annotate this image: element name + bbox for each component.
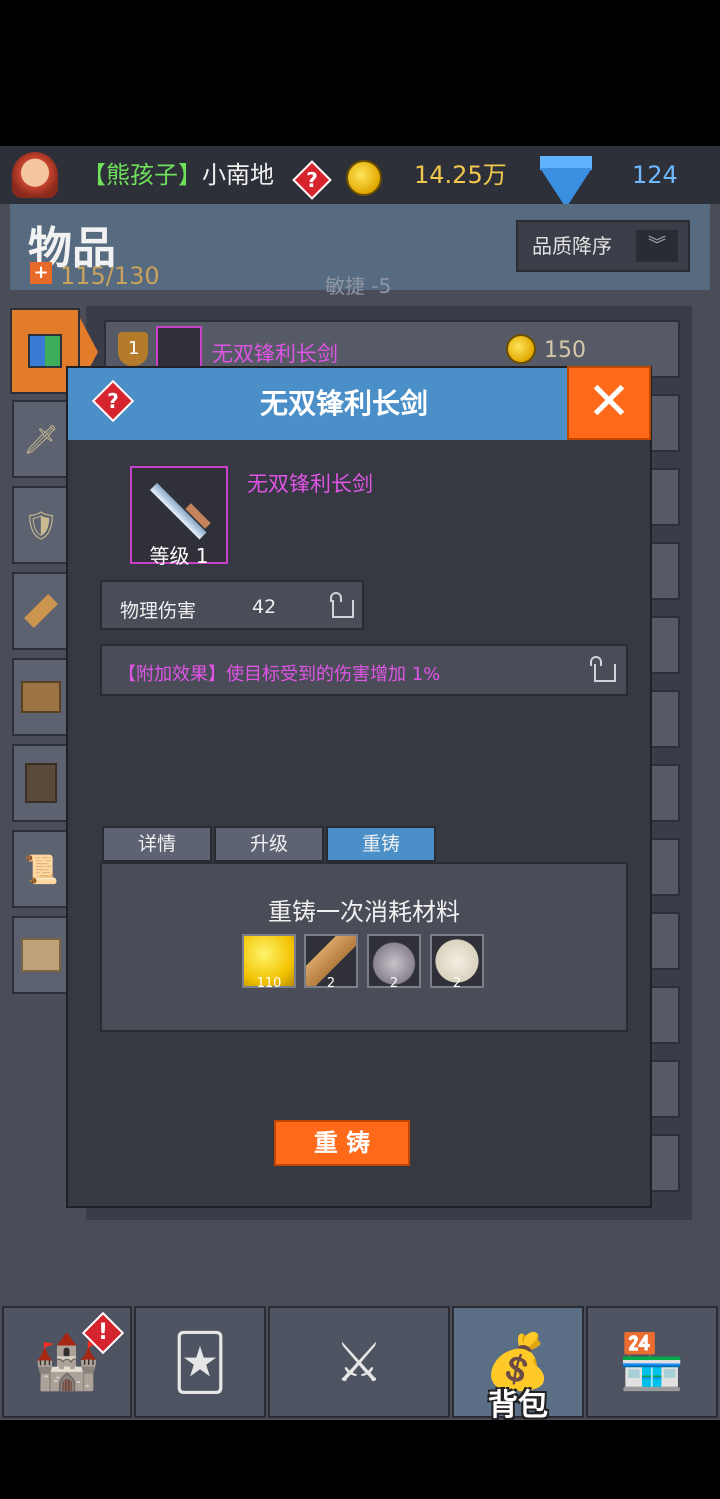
player-avatar[interactable] bbox=[12, 152, 58, 198]
materials-title: 重铸一次消耗材料 bbox=[268, 898, 460, 926]
tab-details[interactable]: 详情 bbox=[102, 826, 212, 862]
material-count: 2 bbox=[389, 976, 399, 991]
list-item[interactable] bbox=[650, 616, 680, 674]
list-item[interactable] bbox=[650, 1134, 680, 1192]
list-item[interactable] bbox=[650, 394, 680, 452]
tab-upgrade[interactable]: 升级 bbox=[214, 826, 324, 862]
sort-quality-button[interactable]: 品质降序 ︾ bbox=[516, 220, 690, 272]
gold-amount: 14.25万 bbox=[414, 161, 507, 189]
list-item[interactable] bbox=[650, 1060, 680, 1118]
sort-label: 品质降序 bbox=[532, 234, 612, 258]
nav-shop[interactable]: 🏪 bbox=[586, 1306, 718, 1418]
material-count: 2 bbox=[452, 976, 462, 991]
crossed-swords-icon: ⚔ bbox=[334, 1330, 384, 1394]
list-item[interactable] bbox=[650, 764, 680, 822]
nav-cards[interactable]: 🃏 bbox=[134, 1306, 266, 1418]
chevron-down-icon: ︾ bbox=[636, 230, 678, 262]
gem-icon-body bbox=[540, 168, 592, 208]
price-coin-icon bbox=[506, 334, 536, 364]
modal-title: 无双锋利长剑 bbox=[259, 387, 428, 420]
sidebar-tab-materials[interactable] bbox=[12, 572, 70, 650]
sidebar-tab-weapons[interactable]: 🗡 bbox=[12, 400, 70, 478]
stat-value: 42 bbox=[252, 596, 277, 618]
list-item[interactable] bbox=[650, 542, 680, 600]
book-icon bbox=[25, 763, 57, 803]
list-item-price: 150 bbox=[544, 338, 586, 363]
grid-icon bbox=[28, 334, 62, 368]
lock-icon[interactable] bbox=[332, 600, 354, 618]
player-title-tag: 【熊孩子】 bbox=[82, 161, 202, 189]
tab-reforge[interactable]: 重铸 bbox=[326, 826, 436, 862]
agility-modifier: 敏捷 -5 bbox=[325, 274, 392, 298]
wood-log-icon bbox=[24, 594, 58, 628]
shop-icon: 🏪 bbox=[618, 1330, 686, 1393]
expand-capacity-icon[interactable]: + bbox=[30, 262, 52, 284]
inventory-capacity: 115/130 bbox=[60, 262, 160, 290]
lock-icon[interactable] bbox=[594, 664, 616, 682]
item-name: 无双锋利长剑 bbox=[247, 472, 373, 496]
chest-icon bbox=[21, 681, 61, 713]
material-count: 110 bbox=[256, 976, 282, 991]
reforge-button[interactable]: 重 铸 bbox=[274, 1120, 410, 1166]
nav-battle[interactable]: ⚔ bbox=[268, 1306, 450, 1418]
list-item[interactable] bbox=[650, 690, 680, 748]
alert-icon-glyph: ! bbox=[97, 1320, 109, 1345]
materials-panel bbox=[100, 862, 628, 1032]
sidebar-tab-chests[interactable] bbox=[12, 658, 70, 736]
list-item[interactable] bbox=[650, 468, 680, 526]
player-name: 小南地 bbox=[202, 161, 274, 189]
material-count: 2 bbox=[326, 976, 336, 991]
item-level: 1 bbox=[128, 338, 140, 359]
close-button[interactable]: ✕ bbox=[567, 366, 651, 440]
stat-label: 物理伤害 bbox=[120, 600, 197, 622]
item-level-label: 等级 1 bbox=[149, 544, 209, 568]
list-item[interactable] bbox=[650, 912, 680, 970]
close-icon: ✕ bbox=[587, 372, 631, 432]
list-item[interactable] bbox=[650, 986, 680, 1044]
profile-help-icon-glyph: ? bbox=[306, 168, 318, 192]
map-icon bbox=[21, 938, 61, 972]
shield-icon: 🛡 bbox=[23, 508, 59, 542]
list-item[interactable] bbox=[650, 838, 680, 896]
scroll-icon: 📜 bbox=[23, 852, 59, 886]
sidebar-tab-scrolls[interactable]: 📜 bbox=[12, 830, 70, 908]
sword-icon: 🗡 bbox=[23, 422, 59, 456]
cards-icon: 🃏 bbox=[172, 1330, 228, 1394]
sidebar-tab-books[interactable] bbox=[12, 744, 70, 822]
gem-amount: 124 bbox=[632, 161, 678, 189]
effect-text: 【附加效果】使目标受到的伤害增加 1% bbox=[118, 664, 441, 685]
sidebar-tab-armor[interactable]: 🛡 bbox=[12, 486, 70, 564]
nav-bag-label: 背包 bbox=[488, 1388, 548, 1423]
gold-coin-icon bbox=[346, 160, 382, 196]
sidebar-tab-maps[interactable] bbox=[12, 916, 70, 994]
list-item-name: 无双锋利长剑 bbox=[212, 342, 338, 366]
